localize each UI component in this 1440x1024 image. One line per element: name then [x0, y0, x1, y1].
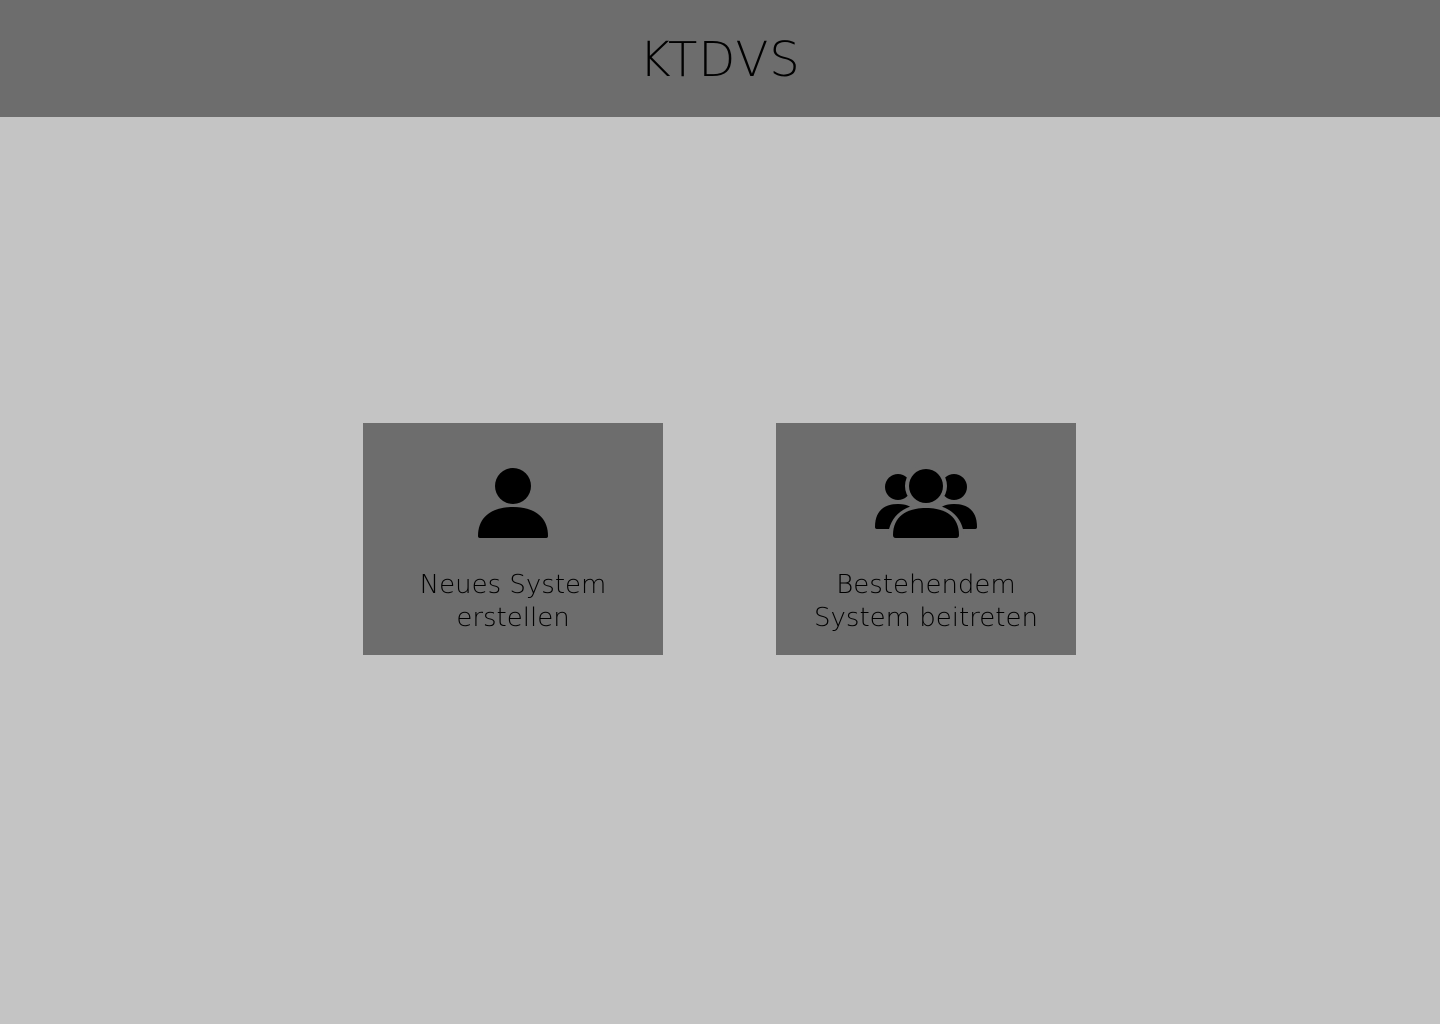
app-title: KTDVS	[639, 31, 801, 88]
main-content: Neues System erstellen Bestehendem Syste…	[0, 117, 1440, 1024]
users-icon	[874, 467, 978, 539]
join-system-label: Bestehendem System beitreten	[814, 570, 1038, 633]
app-header: KTDVS	[0, 0, 1440, 117]
create-system-label: Neues System erstellen	[419, 570, 607, 633]
create-system-button[interactable]: Neues System erstellen	[363, 423, 663, 655]
join-system-button[interactable]: Bestehendem System beitreten	[776, 423, 1076, 655]
user-icon	[477, 467, 549, 539]
